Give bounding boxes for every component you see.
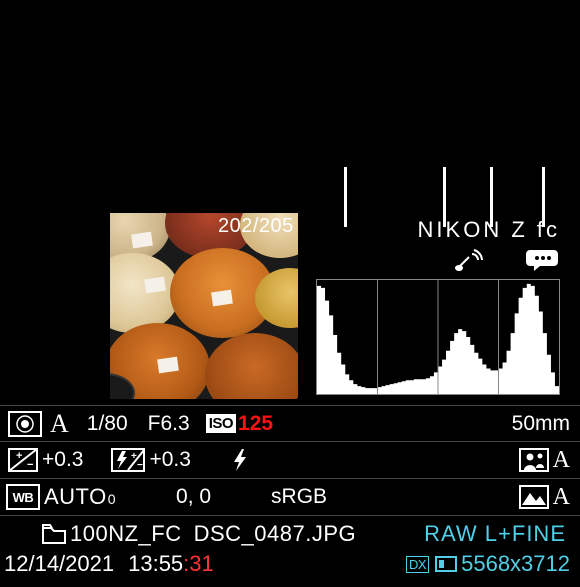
color-space: sRGB: [271, 485, 327, 509]
frame-counter: 202/205: [218, 215, 294, 238]
shutter-speed: 1/80: [87, 412, 128, 436]
metering-icon: [8, 411, 42, 437]
wb-mode: AUTO0: [44, 484, 116, 510]
capture-time-hm: 13:55: [128, 551, 183, 577]
svg-text:−: −: [137, 460, 143, 471]
flash-comp-icon: + −: [111, 448, 145, 472]
price-tag: [211, 290, 233, 307]
wb-fine-tune: 0, 0: [176, 485, 211, 509]
top-panel: 202/205 NIKON Z fc: [0, 205, 580, 395]
aperture: F6.3: [148, 412, 190, 436]
gps-icon: [455, 247, 485, 273]
picture-control-landscape-icon: [519, 485, 549, 509]
row-whitebalance: WB AUTO0 0, 0 sRGB A: [0, 479, 580, 516]
flash-icon: [231, 448, 249, 472]
crop-mode: DX: [406, 556, 429, 573]
exposure-comp-icon: + −: [8, 448, 38, 472]
iso-value: 125: [238, 412, 273, 436]
price-tag: [131, 232, 153, 249]
capture-time-s: :31: [183, 551, 214, 577]
svg-text:−: −: [27, 459, 33, 471]
exposure-comp-value: +0.3: [42, 448, 83, 472]
image-size-icon: [435, 556, 457, 572]
folder-name: 100NZ_FC: [70, 521, 182, 547]
picture-control-portrait-icon: [519, 448, 549, 472]
camera-model-name: NIKON Z fc: [418, 217, 560, 243]
wb-label: WB: [6, 484, 40, 510]
bowl: [205, 333, 298, 399]
wb-sub: 0: [108, 491, 116, 507]
iso-label: ISO: [206, 414, 236, 433]
image-resolution: 5568x3712: [461, 551, 570, 577]
image-quality: RAW L+FINE: [424, 521, 566, 547]
capture-date: 12/14/2021: [4, 551, 114, 577]
iso-block: ISO 125: [200, 412, 279, 436]
file-name: DSC_0487.JPG: [194, 521, 357, 547]
picture-control-mode: A: [553, 447, 570, 474]
luminance-histogram: [316, 279, 560, 395]
folder-icon: [42, 524, 66, 544]
voice-memo-icon: [526, 249, 558, 271]
datetime-row: 12/14/2021 13:55:31 DX 5568x3712: [0, 551, 580, 577]
exposure-info-rows: A 1/80 F6.3 ISO 125 50mm + − +0.3 +: [0, 405, 580, 516]
exposure-mode: A: [50, 409, 69, 439]
row-exposure: A 1/80 F6.3 ISO 125 50mm: [0, 405, 580, 442]
photo-thumbnail[interactable]: [110, 213, 298, 399]
wb-mode-text: AUTO: [44, 484, 107, 510]
focal-length: 50mm: [512, 412, 570, 436]
camera-playback-screen: 202/205 NIKON Z fc A 1: [0, 205, 580, 587]
callout-line: [344, 167, 347, 227]
price-tag: [157, 357, 179, 374]
flash-comp-value: +0.3: [149, 448, 190, 472]
svg-text:+: +: [16, 450, 22, 462]
file-info-row: 100NZ_FC DSC_0487.JPG RAW L+FINE: [0, 521, 580, 547]
picture-control-mode-2: A: [553, 484, 570, 511]
price-tag: [144, 277, 166, 294]
row-compensation: + − +0.3 + − +0.3 A: [0, 442, 580, 479]
